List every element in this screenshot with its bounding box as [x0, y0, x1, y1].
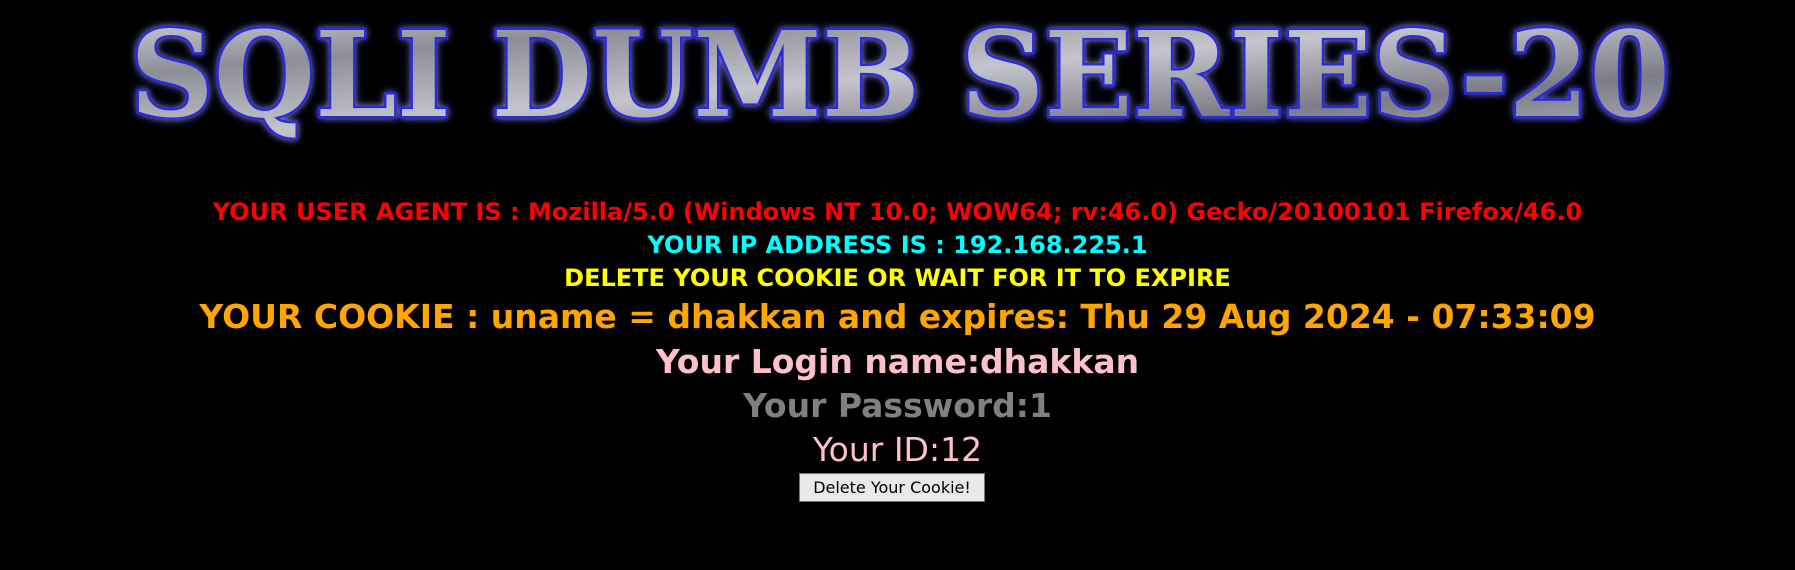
banner-title: SQLI DUMB SERIES-20 [130, 8, 1670, 144]
user-id-text: Your ID:12 [812, 430, 983, 469]
cookie-info-text: YOUR COOKIE : uname = dhakkan and expire… [199, 297, 1596, 336]
password-text: Your Password:1 [743, 386, 1052, 425]
banner-title-image: SQLI DUMB SERIES-20 [128, 8, 1673, 147]
user-agent-text: YOUR USER AGENT IS : Mozilla/5.0 (Window… [212, 198, 1583, 226]
login-name-text: Your Login name:dhakkan [655, 342, 1140, 381]
ip-address-text: YOUR IP ADDRESS IS : 192.168.225.1 [647, 231, 1148, 259]
delete-cookie-message: DELETE YOUR COOKIE OR WAIT FOR IT TO EXP… [564, 264, 1231, 292]
delete-cookie-button[interactable]: Delete Your Cookie! [799, 473, 985, 502]
